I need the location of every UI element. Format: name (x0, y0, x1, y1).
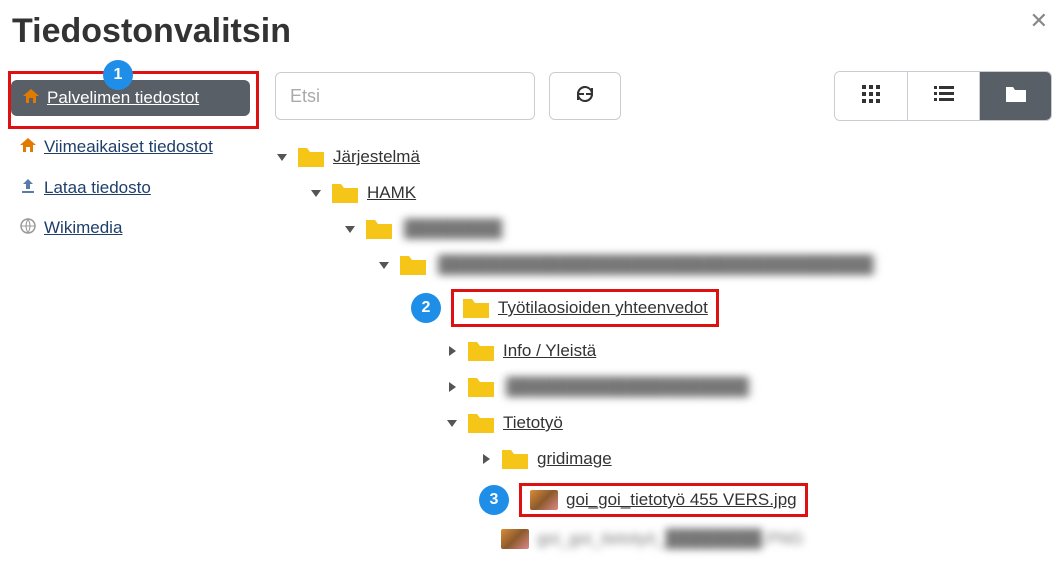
toolbar (275, 71, 1052, 121)
view-icons-button[interactable] (835, 72, 907, 120)
folder-icon (399, 253, 427, 277)
tree-label[interactable]: Info / Yleistä (503, 341, 596, 361)
recent-icon (18, 137, 38, 157)
list-icon (934, 86, 954, 107)
close-icon[interactable]: ✕ (1030, 8, 1048, 34)
search-input[interactable] (275, 72, 535, 120)
annotation-badge-3: 3 (479, 485, 509, 515)
repo-label: Wikimedia (44, 218, 122, 238)
file-tree: Järjestelmä HAMK (275, 141, 1052, 557)
annotation-badge-2: 2 (411, 293, 441, 323)
tree-node: Järjestelmä HAMK (275, 141, 1052, 557)
folder-icon (297, 145, 325, 169)
tree-label[interactable]: HAMK (367, 183, 416, 203)
upload-icon (18, 178, 38, 198)
view-list-button[interactable] (907, 72, 979, 120)
folder-icon (462, 296, 490, 320)
expander-icon[interactable] (343, 222, 357, 236)
folder-icon (467, 339, 495, 363)
repo-upload[interactable]: Lataa tiedosto (8, 170, 265, 206)
refresh-icon (575, 84, 595, 109)
folder-icon (365, 217, 393, 241)
tree-label[interactable]: Tietotyö (503, 413, 563, 433)
tree-file-label-redacted[interactable]: goi_goi_tietotyö_████████.PNG (537, 529, 803, 549)
folder-icon (467, 375, 495, 399)
repository-sidebar: Palvelimen tiedostot Viimeaikaiset tiedo… (0, 71, 265, 557)
tree-label-redacted[interactable]: ████████████████████████████████████ (435, 255, 877, 275)
tree-label[interactable]: Työtilaosioiden yhteenvedot (498, 298, 708, 318)
grid-icon (862, 85, 880, 108)
refresh-button[interactable] (549, 72, 621, 120)
repo-label: Palvelimen tiedostot (47, 88, 199, 108)
folder-icon (501, 447, 529, 471)
expander-icon[interactable] (445, 380, 459, 394)
tree-label[interactable]: Järjestelmä (333, 147, 420, 167)
expander-icon[interactable] (309, 186, 323, 200)
expander-icon[interactable] (275, 150, 289, 164)
main-panel: Järjestelmä HAMK (265, 71, 1062, 557)
expander-icon[interactable] (377, 258, 391, 272)
folder-icon (467, 411, 495, 435)
repo-label: Lataa tiedosto (44, 178, 151, 198)
repo-server-files[interactable]: Palvelimen tiedostot (11, 80, 250, 116)
expander-icon[interactable] (445, 416, 459, 430)
repo-wikimedia[interactable]: Wikimedia (8, 210, 265, 247)
tree-label[interactable]: gridimage (537, 449, 612, 469)
dialog-title: Tiedostonvalitsin (0, 0, 1062, 71)
folder-icon (331, 181, 359, 205)
image-file-icon (530, 490, 558, 510)
expander-icon[interactable] (479, 452, 493, 466)
repo-recent-files[interactable]: Viimeaikaiset tiedostot (8, 129, 265, 165)
globe-icon (18, 218, 38, 239)
image-file-icon (501, 529, 529, 549)
tree-label-redacted[interactable]: ████████████████████ (503, 377, 752, 397)
tree-file-label[interactable]: goi_goi_tietotyö 455 VERS.jpg (566, 490, 797, 510)
view-tree-button[interactable] (979, 72, 1051, 120)
tree-label-redacted[interactable]: ████████ (401, 219, 505, 239)
folder-icon (1005, 85, 1027, 108)
search-wrapper (275, 72, 535, 120)
expander-icon[interactable] (445, 344, 459, 358)
server-icon (21, 88, 41, 108)
repo-label: Viimeaikaiset tiedostot (44, 137, 213, 157)
view-mode-group (834, 71, 1052, 121)
annotation-badge-1: 1 (103, 60, 133, 90)
